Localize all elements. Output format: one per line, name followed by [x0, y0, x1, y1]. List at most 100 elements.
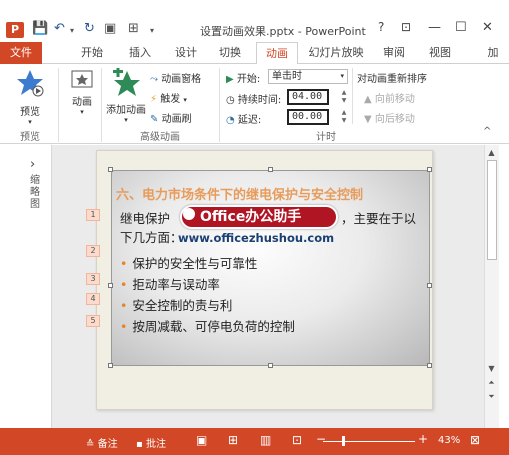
slideshow-view-icon[interactable]: ⊡ — [292, 433, 302, 447]
collapse-ribbon-icon[interactable]: ^ — [483, 126, 491, 137]
expand-thumbnails-icon[interactable]: › — [30, 157, 35, 172]
animation-styles-label: 动画 — [72, 97, 92, 108]
zoom-level[interactable]: 43% — [438, 435, 460, 446]
chevron-down-icon: ▾ — [340, 72, 344, 80]
customize-qa-icon[interactable]: ⊞ — [128, 21, 139, 36]
qa-more-icon[interactable]: ▾ — [150, 26, 154, 35]
delay-label: ◔ 延迟: — [226, 115, 262, 126]
start-dropdown[interactable]: 单击时 ▾ — [268, 69, 348, 84]
resize-handle[interactable] — [108, 363, 113, 368]
ribbon-display-options-icon[interactable]: ⊡ — [401, 20, 411, 34]
tab-file[interactable]: 文件 — [0, 42, 42, 64]
zoom-slider[interactable] — [323, 441, 415, 442]
duration-label: ◷ 持续时间: — [226, 95, 282, 106]
delay-spinner[interactable]: ▲ ▼ — [339, 109, 349, 125]
start-slideshow-icon[interactable]: ▣ — [104, 21, 116, 36]
tab-design[interactable]: 设计 — [166, 42, 206, 64]
resize-handle[interactable] — [268, 363, 273, 368]
help-icon[interactable]: ? — [378, 20, 384, 34]
resize-handle[interactable] — [427, 363, 432, 368]
delay-input[interactable]: 00.00 — [287, 109, 329, 125]
maximize-button[interactable]: ☐ — [455, 20, 467, 35]
preview-button[interactable]: 预览 ▾ — [10, 68, 50, 126]
animation-painter-button[interactable]: ✎ 动画刷 — [150, 110, 192, 125]
delay-clock-icon: ◔ — [226, 115, 235, 126]
watermark-badge: Office办公助手 — [180, 205, 338, 229]
group-separator — [101, 68, 102, 142]
notes-button[interactable]: ≙ 备注 — [86, 435, 118, 450]
intro-text-left: 继电保护 — [120, 211, 171, 226]
reorder-label: 对动画重新排序 — [357, 74, 427, 85]
slide-title[interactable]: 六、电力市场条件下的继电保护与安全控制 — [116, 184, 363, 203]
scroll-thumb[interactable] — [487, 160, 497, 260]
tab-transitions[interactable]: 切换 — [210, 42, 250, 64]
close-button[interactable]: ✕ — [482, 20, 493, 35]
animation-styles-button[interactable]: 动画 ▾ — [64, 68, 100, 116]
bullet-dot-icon: • — [120, 277, 128, 292]
resize-handle[interactable] — [427, 283, 432, 288]
resize-handle[interactable] — [108, 167, 113, 172]
title-bar: P 💾 ↶ ▾ ↻ ▣ ⊞ ▾ 设置动画效果.pptx - PowerPoint… — [0, 0, 509, 42]
tab-addins[interactable]: 加 — [478, 42, 508, 64]
undo-icon[interactable]: ↶ — [54, 21, 65, 36]
ribbon-tabs: 文件 开始 插入 设计 切换 动画 幻灯片放映 审阅 视图 加 — [0, 42, 509, 65]
tab-slideshow[interactable]: 幻灯片放映 — [303, 42, 369, 64]
watermark-url: www.officezhushou.com — [178, 231, 335, 245]
scroll-down-icon[interactable]: ▼ — [485, 364, 498, 373]
scroll-up-icon[interactable]: ▲ — [485, 148, 498, 157]
animation-styles-icon — [71, 70, 93, 88]
fit-to-window-icon[interactable]: ⊠ — [470, 433, 480, 447]
zoom-slider-thumb[interactable] — [342, 436, 345, 446]
animation-order-tag[interactable]: 4 — [86, 293, 100, 305]
move-earlier-button[interactable]: ▲ 向前移动 — [364, 90, 415, 105]
trigger-button[interactable]: ⚡ 触发 ▾ — [150, 90, 187, 105]
window-title: 设置动画效果.pptx - PowerPoint — [200, 25, 366, 38]
slide-sorter-icon[interactable]: ⊞ — [228, 433, 238, 447]
duration-spinner[interactable]: ▲ ▼ — [339, 89, 349, 105]
animation-order-tag[interactable]: 5 — [86, 315, 100, 327]
tab-insert[interactable]: 插入 — [120, 42, 160, 64]
previous-slide-icon[interactable]: ⏶ — [485, 378, 498, 388]
ribbon-animations: 预览 ▾ 预览 动画 ▾ 添加动画 ▾ ⤳ 动画窗格 ⚡ 触发 ▾ ✎ 动画刷 … — [0, 64, 509, 144]
animation-pane-button[interactable]: ⤳ 动画窗格 — [150, 70, 201, 85]
normal-view-icon[interactable]: ▣ — [196, 433, 207, 447]
zoom-in-icon[interactable]: + — [418, 432, 428, 446]
animation-order-tag[interactable]: 3 — [86, 273, 100, 285]
trigger-label: 触发 — [160, 94, 181, 105]
animation-order-tag[interactable]: 2 — [86, 245, 100, 257]
next-slide-icon[interactable]: ⏷ — [485, 392, 498, 402]
resize-handle[interactable] — [268, 167, 273, 172]
move-later-button[interactable]: ▼ 向后移动 — [364, 110, 415, 125]
intro-text-right: ，主要在于以 — [341, 211, 417, 226]
arrow-up-icon: ▲ — [364, 94, 372, 105]
bullet-item: • 拒动率与误动率 — [120, 277, 220, 292]
redo-icon[interactable]: ↻ — [84, 21, 95, 36]
comments-button[interactable]: ▪ 批注 — [136, 435, 166, 450]
start-play-icon: ▶ — [226, 74, 234, 85]
group-separator — [58, 68, 59, 142]
add-animation-star-icon — [113, 67, 140, 96]
bullet-dot-icon: • — [120, 298, 128, 313]
bullet-item: • 保护的安全性与可靠性 — [120, 256, 258, 271]
powerpoint-logo-icon: P — [6, 22, 24, 38]
tab-review[interactable]: 审阅 — [374, 42, 414, 64]
animation-painter-icon: ✎ — [150, 114, 159, 125]
group-separator — [352, 68, 353, 124]
tab-animations[interactable]: 动画 — [256, 42, 298, 65]
tab-view[interactable]: 视图 — [420, 42, 460, 64]
trigger-lightning-icon: ⚡ — [150, 94, 158, 105]
status-bar: ≙ 备注 ▪ 批注 ▣ ⊞ ▥ ⊡ − + 43% ⊠ — [0, 428, 509, 455]
save-icon[interactable]: 💾 — [32, 21, 48, 36]
resize-handle[interactable] — [427, 167, 432, 172]
duration-input[interactable]: 04.00 — [287, 89, 329, 105]
zoom-out-icon[interactable]: − — [316, 432, 326, 446]
minimize-button[interactable]: — — [428, 20, 441, 35]
group-timing-label: 计时 — [316, 132, 336, 143]
undo-dropdown-icon[interactable]: ▾ — [70, 26, 74, 35]
reading-view-icon[interactable]: ▥ — [260, 433, 271, 447]
animation-order-tag[interactable]: 1 — [86, 209, 100, 221]
add-animation-button[interactable]: 添加动画 ▾ — [104, 67, 148, 124]
tab-home[interactable]: 开始 — [72, 42, 112, 64]
resize-handle[interactable] — [108, 283, 113, 288]
watermark-logo-icon — [183, 208, 195, 220]
